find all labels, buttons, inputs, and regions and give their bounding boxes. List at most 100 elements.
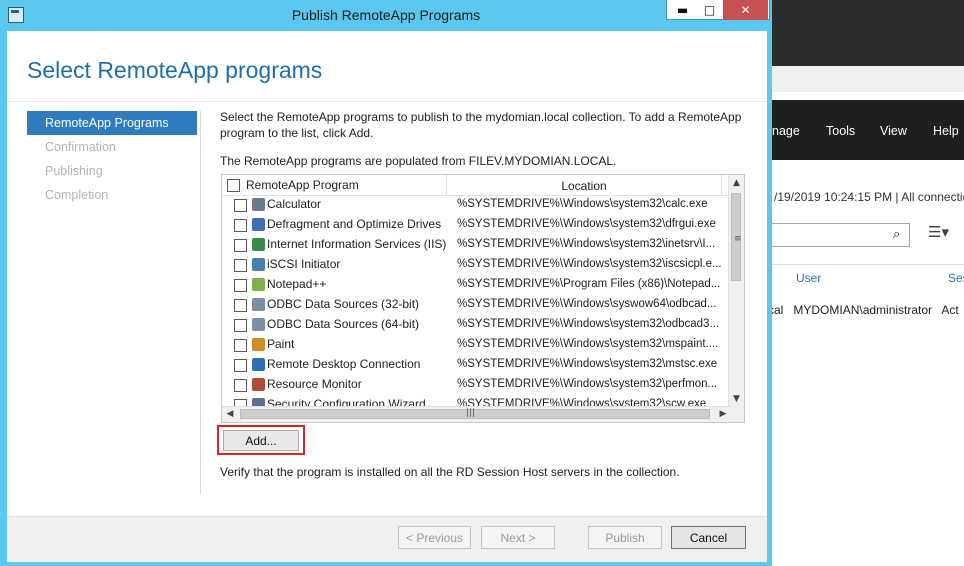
populated-from-text: The RemoteApp programs are populated fro…	[220, 154, 617, 168]
program-checkbox[interactable]	[234, 259, 247, 272]
program-checkbox[interactable]	[234, 239, 247, 252]
table-row[interactable]: Internet Information Services (IIS) %SYST…	[222, 235, 731, 255]
table-header: RemoteApp Program Location	[222, 175, 731, 196]
heading-divider	[7, 101, 767, 102]
paint-icon	[252, 338, 265, 351]
table-row[interactable]: iSCSI Initiator %SYSTEMDRIVE%\Windows\sys…	[222, 255, 731, 275]
menu-tools[interactable]: Tools	[826, 124, 855, 138]
search-icon[interactable]: ⌕	[893, 227, 900, 242]
description-text: Select the RemoteApp programs to publish…	[220, 110, 742, 140]
program-location: %SYSTEMDRIVE%\Windows\system32\dfrgui.ex…	[457, 218, 716, 230]
table-row[interactable]: Remote Desktop Connection %SYSTEMDRIVE%\W…	[222, 355, 731, 375]
menu-manage[interactable]: nage	[772, 124, 800, 138]
table-row[interactable]: Resource Monitor %SYSTEMDRIVE%\Windows\sy…	[222, 375, 731, 395]
program-name: Calculator	[267, 197, 322, 211]
desktop-background	[760, 0, 964, 66]
table-row[interactable]: Paint %SYSTEMDRIVE%\Windows\system32\mspa…	[222, 335, 731, 355]
minimize-icon[interactable]: ▬	[669, 0, 696, 20]
grip-icon: ≡	[734, 234, 742, 244]
server-manager-titlebar: ▬ □ ✕	[760, 66, 964, 156]
program-name: Remote Desktop Connection	[267, 357, 421, 371]
program-name: iSCSI Initiator	[267, 257, 341, 271]
program-checkbox[interactable]	[234, 319, 247, 332]
vertical-scroll-thumb[interactable]: ≡	[731, 193, 742, 281]
table-row[interactable]: ODBC Data Sources (32-bit) %SYSTEMDRIVE%\…	[222, 295, 731, 315]
filter-input[interactable]: ⌕	[768, 223, 910, 247]
iscsi-icon	[252, 258, 265, 271]
cancel-button[interactable]: Cancel	[671, 526, 746, 549]
program-name: Notepad++	[267, 277, 327, 291]
grid-header-divider	[760, 264, 964, 265]
program-checkbox[interactable]	[234, 299, 247, 312]
program-name: Paint	[267, 337, 295, 351]
table-row[interactable]: ODBC Data Sources (64-bit) %SYSTEMDRIVE%\…	[222, 315, 731, 335]
odbc-icon	[252, 298, 265, 311]
scroll-up-icon[interactable]: ▲	[729, 175, 744, 191]
column-header-location[interactable]: Location	[448, 179, 720, 193]
iis-icon	[252, 238, 265, 251]
program-location: %SYSTEMDRIVE%\Windows\system32\mstsc.exe	[457, 358, 718, 370]
nav-divider	[200, 111, 201, 494]
program-name: Resource Monitor	[267, 377, 362, 391]
last-refresh-info: /19/2019 10:24:15 PM | All connectio	[774, 190, 964, 204]
nav-item-remoteapp-programs[interactable]: RemoteApp Programs	[27, 111, 197, 135]
server-manager-window: ▬ □ ✕ nage Tools View Help /19/2019 10:2…	[760, 0, 964, 566]
table-body: Calculator %SYSTEMDRIVE%\Windows\system32…	[222, 195, 731, 415]
next-button[interactable]: Next >	[481, 526, 555, 549]
horizontal-scrollbar[interactable]: ◀ ||| ▶	[222, 406, 731, 422]
remoteapp-programs-table: RemoteApp Program Location Calculator %SY…	[221, 174, 745, 423]
maximize-icon[interactable]: □	[696, 0, 723, 20]
column-header-user[interactable]: User	[796, 271, 821, 285]
table-row[interactable]: Calculator %SYSTEMDRIVE%\Windows\system32…	[222, 195, 731, 215]
column-separator[interactable]	[721, 175, 722, 195]
table-row[interactable]: Defragment and Optimize Drives %SYSTEMDRI…	[222, 215, 731, 235]
options-menu-icon[interactable]: ☰▾	[928, 223, 949, 241]
horizontal-scroll-thumb[interactable]: |||	[240, 408, 710, 419]
program-location: %SYSTEMDRIVE%\Windows\system32\mspaint..…	[457, 338, 719, 350]
nav-item-confirmation: Confirmation	[45, 140, 116, 154]
resmon-icon	[252, 378, 265, 391]
program-location: %SYSTEMDRIVE%\Program Files (x86)\Notepa…	[457, 278, 721, 290]
program-location: %SYSTEMDRIVE%\Windows\system32\calc.exe	[457, 198, 708, 210]
close-icon[interactable]: ✕	[723, 0, 768, 20]
program-checkbox[interactable]	[234, 199, 247, 212]
menu-view[interactable]: View	[880, 124, 907, 138]
vertical-scrollbar[interactable]: ▲ ≡ ▼	[728, 175, 744, 407]
nav-item-publishing: Publishing	[45, 164, 103, 178]
defrag-icon	[252, 218, 265, 231]
program-location: %SYSTEMDRIVE%\Windows\system32\inetsrv\I…	[457, 238, 716, 250]
add-button[interactable]: Add...	[223, 430, 299, 451]
program-name: Internet Information Services (IIS)	[267, 237, 447, 251]
program-name: ODBC Data Sources (64-bit)	[267, 317, 420, 331]
program-checkbox[interactable]	[234, 339, 247, 352]
calculator-icon	[252, 198, 265, 211]
program-checkbox[interactable]	[234, 219, 247, 232]
row-user: MYDOMIAN\administrator	[793, 303, 933, 317]
publish-button[interactable]: Publish	[588, 526, 662, 549]
menu-help[interactable]: Help	[933, 124, 959, 138]
verify-note: Verify that the program is installed on …	[220, 465, 680, 479]
column-separator[interactable]	[446, 175, 447, 195]
program-location: %SYSTEMDRIVE%\Windows\system32\perfmon..…	[457, 378, 718, 390]
program-location: %SYSTEMDRIVE%\Windows\syswow64\odbcad...	[457, 298, 717, 310]
column-header-session[interactable]: Ses	[948, 271, 964, 285]
table-row[interactable]: cal MYDOMIAN\administrator Act	[768, 303, 959, 317]
program-name: ODBC Data Sources (32-bit)	[267, 297, 420, 311]
table-row[interactable]: Notepad++ %SYSTEMDRIVE%\Program Files (x8…	[222, 275, 731, 295]
column-header-program[interactable]: RemoteApp Program	[246, 178, 359, 192]
publish-remoteapp-dialog: Publish RemoteApp Programs ▬ □ ✕ Select …	[0, 0, 772, 566]
scroll-left-icon[interactable]: ◀	[222, 407, 238, 422]
nav-item-completion: Completion	[45, 188, 109, 202]
grip-icon: |||	[466, 408, 476, 418]
scroll-down-icon[interactable]: ▼	[729, 391, 744, 407]
program-checkbox[interactable]	[234, 359, 247, 372]
scrollbar-corner	[729, 407, 744, 422]
program-name: Defragment and Optimize Drives	[267, 217, 442, 231]
odbc-icon	[252, 318, 265, 331]
program-checkbox[interactable]	[234, 279, 247, 292]
notepadpp-icon	[252, 278, 265, 291]
row-status: Act	[941, 303, 959, 317]
previous-button[interactable]: < Previous	[398, 526, 471, 549]
select-all-checkbox[interactable]	[227, 179, 240, 192]
program-checkbox[interactable]	[234, 379, 247, 392]
